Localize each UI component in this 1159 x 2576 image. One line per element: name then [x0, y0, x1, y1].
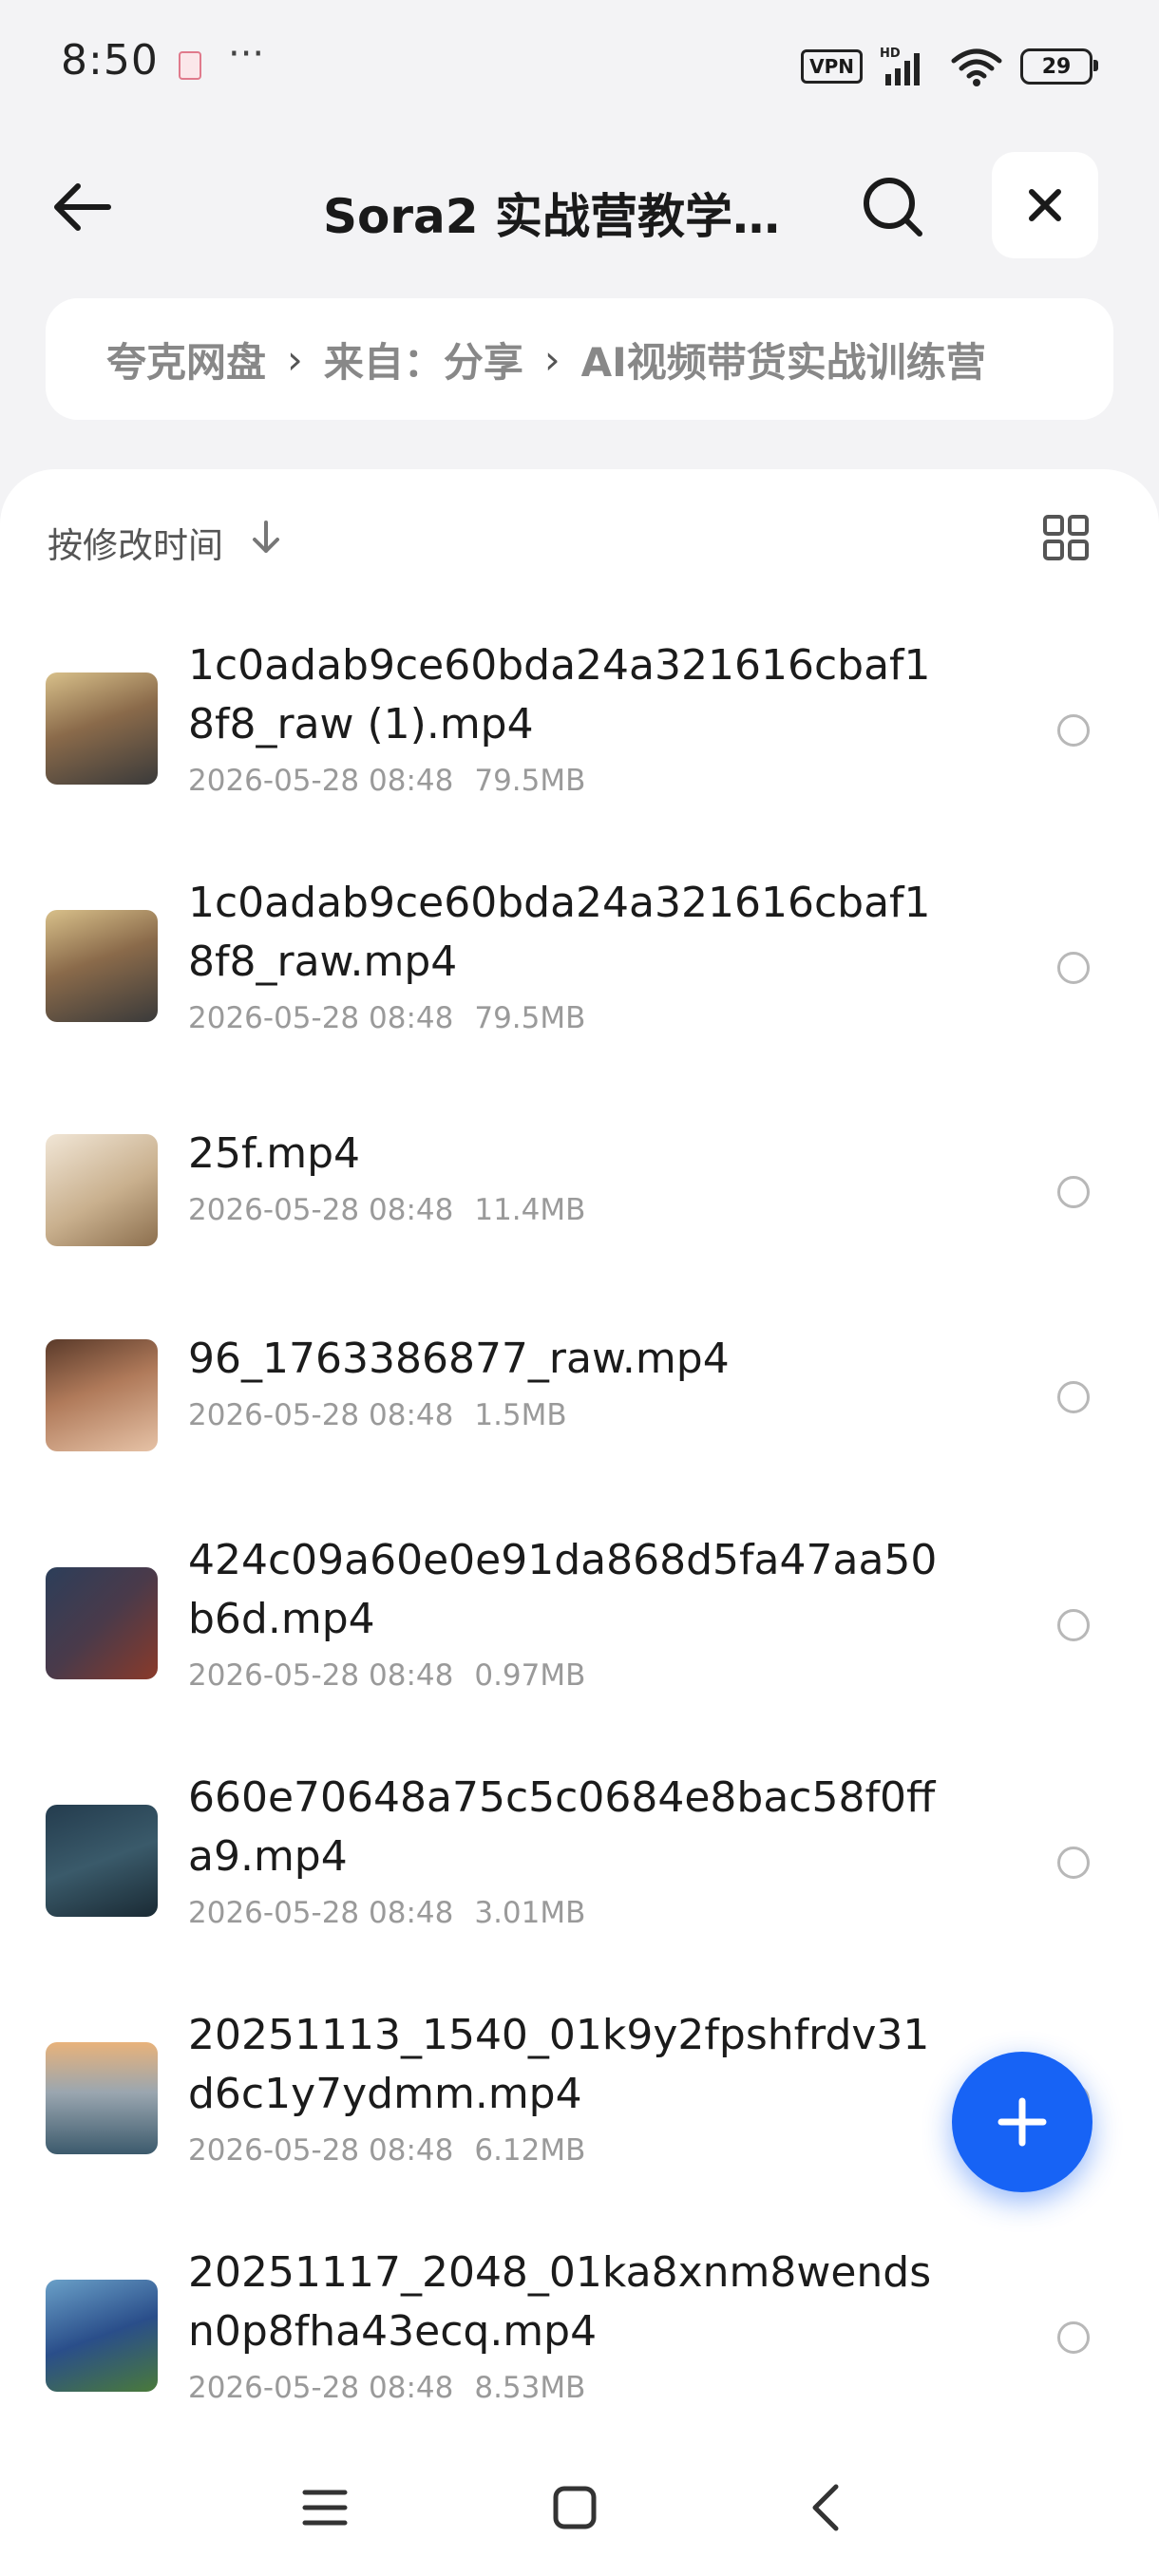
status-time: 8:50 — [61, 36, 159, 85]
file-meta: 2026-05-28 08:48 0.97MB — [188, 1658, 586, 1693]
select-radio[interactable] — [1057, 714, 1090, 747]
grid-view-icon[interactable] — [1041, 513, 1091, 562]
list-item[interactable]: 20251117_2048_01ka8xnm8wendsn0p8fha43ecq… — [0, 2244, 1159, 2434]
signal-icon: HD — [880, 47, 920, 85]
select-radio[interactable] — [1057, 1176, 1090, 1208]
list-item[interactable]: 96_1763386877_raw.mp4 2026-05-28 08:48 1.… — [0, 1330, 1159, 1520]
breadcrumb-item-folder[interactable]: AI视频带货实战训练营 — [581, 331, 986, 388]
file-meta: 2026-05-28 08:48 6.12MB — [188, 2133, 586, 2168]
system-back-button[interactable] — [788, 2470, 864, 2546]
title-bar: Sora2 实战营教学内… — [0, 142, 1159, 266]
breadcrumb: 夸克网盘 › 来自：分享 › AI视频带货实战训练营 — [46, 298, 1113, 420]
wifi-icon — [951, 48, 1002, 86]
file-name: 1c0adab9ce60bda24a321616cbaf18f8_raw.mp4 — [188, 879, 931, 986]
more-notifications-icon: ··· — [228, 32, 265, 76]
video-thumbnail — [46, 2042, 158, 2154]
video-thumbnail — [46, 1134, 158, 1246]
system-nav-bar — [0, 2432, 1159, 2576]
file-meta: 2026-05-28 08:48 1.5MB — [188, 1398, 567, 1432]
add-button[interactable] — [952, 2052, 1092, 2192]
notification-app-icon — [179, 51, 201, 80]
file-name: 660e70648a75c5c0684e8bac58f0ffa9.mp4 — [188, 1773, 936, 1881]
vpn-icon: VPN — [801, 49, 863, 84]
back-button[interactable] — [46, 169, 122, 245]
list-item[interactable]: 1c0adab9ce60bda24a321616cbaf18f8_raw (1)… — [0, 636, 1159, 826]
battery-icon: 29 — [1020, 48, 1098, 85]
status-bar: 8:50 ··· VPN HD 29 — [0, 0, 1159, 133]
file-list-panel: 按修改时间 1c0adab9ce60bda24a321616cbaf18f8_r… — [0, 469, 1159, 2576]
file-name: 96_1763386877_raw.mp4 — [188, 1335, 730, 1383]
file-name: 20251117_2048_01ka8xnm8wendsn0p8fha43ecq… — [188, 2248, 932, 2356]
file-meta: 2026-05-28 08:48 3.01MB — [188, 1896, 586, 1930]
file-name: 1c0adab9ce60bda24a321616cbaf18f8_raw (1)… — [188, 641, 931, 748]
plus-icon — [998, 2097, 1047, 2147]
menu-button[interactable] — [287, 2470, 363, 2546]
select-radio[interactable] — [1057, 1609, 1090, 1641]
select-radio[interactable] — [1057, 1847, 1090, 1879]
list-item[interactable]: 424c09a60e0e91da868d5fa47aa50b6d.mp4 202… — [0, 1531, 1159, 1721]
file-name: 25f.mp4 — [188, 1129, 361, 1178]
video-thumbnail — [46, 1567, 158, 1679]
close-button[interactable] — [992, 152, 1098, 258]
search-icon — [864, 178, 922, 237]
list-item[interactable]: 1c0adab9ce60bda24a321616cbaf18f8_raw.mp4… — [0, 874, 1159, 1064]
arrow-left-icon — [54, 183, 111, 231]
chevron-left-icon — [812, 2484, 839, 2531]
file-name: 20251113_1540_01k9y2fpshfrdv31d6c1y7ydmm… — [188, 2011, 930, 2118]
video-thumbnail — [46, 1805, 158, 1917]
file-meta: 2026-05-28 08:48 8.53MB — [188, 2371, 586, 2405]
close-icon — [1029, 189, 1061, 221]
list-item[interactable]: 25f.mp4 2026-05-28 08:48 11.4MB — [0, 1125, 1159, 1315]
video-thumbnail — [46, 2280, 158, 2392]
breadcrumb-item-share[interactable]: 来自：分享 — [324, 331, 523, 388]
list-item[interactable]: 660e70648a75c5c0684e8bac58f0ffa9.mp4 202… — [0, 1769, 1159, 1959]
sort-button[interactable]: 按修改时间 — [48, 517, 223, 568]
file-meta: 2026-05-28 08:48 79.5MB — [188, 1001, 586, 1035]
page-title: Sora2 实战营教学内… — [323, 189, 817, 244]
home-button[interactable] — [537, 2470, 613, 2546]
chevron-right-icon: › — [287, 335, 303, 383]
chevron-right-icon: › — [543, 335, 560, 383]
select-radio[interactable] — [1057, 1381, 1090, 1413]
video-thumbnail — [46, 1339, 158, 1451]
select-radio[interactable] — [1057, 2321, 1090, 2354]
status-icons: VPN HD 29 — [801, 46, 1098, 87]
menu-icon — [302, 2490, 348, 2526]
select-radio[interactable] — [1057, 952, 1090, 984]
file-meta: 2026-05-28 08:48 11.4MB — [188, 1193, 586, 1227]
breadcrumb-item-root[interactable]: 夸克网盘 — [106, 331, 266, 388]
arrow-down-icon[interactable] — [249, 519, 283, 557]
home-square-icon — [553, 2486, 597, 2529]
file-name: 424c09a60e0e91da868d5fa47aa50b6d.mp4 — [188, 1536, 938, 1643]
svg-text:HD: HD — [880, 47, 901, 61]
video-thumbnail — [46, 910, 158, 1022]
file-meta: 2026-05-28 08:48 79.5MB — [188, 764, 586, 798]
video-thumbnail — [46, 672, 158, 785]
search-button[interactable] — [855, 169, 931, 245]
